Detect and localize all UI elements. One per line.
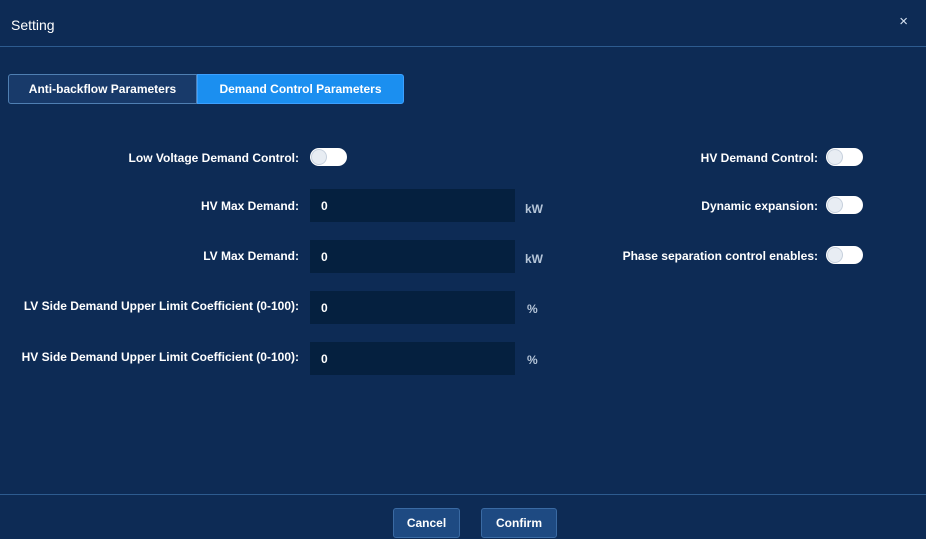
tab-demand-control-parameters[interactable]: Demand Control Parameters bbox=[197, 74, 404, 104]
dialog-title: Setting bbox=[11, 17, 55, 33]
lv-max-demand-input[interactable] bbox=[310, 240, 515, 273]
hv-max-demand-input[interactable] bbox=[310, 189, 515, 222]
toggle-knob bbox=[828, 150, 842, 164]
toggle-knob bbox=[312, 150, 326, 164]
lv-upper-coefficient-unit: % bbox=[527, 302, 538, 316]
close-icon[interactable]: × bbox=[899, 13, 908, 30]
settings-dialog: Setting × Anti-backflow Parameters Deman… bbox=[0, 0, 926, 539]
lv-upper-coefficient-label: LV Side Demand Upper Limit Coefficient (… bbox=[23, 299, 299, 313]
lv-max-demand-label: LV Max Demand: bbox=[203, 249, 299, 263]
hv-max-demand-label: HV Max Demand: bbox=[200, 199, 299, 213]
hv-upper-coefficient-input[interactable] bbox=[310, 342, 515, 375]
hv-upper-coefficient-label: HV Side Demand Upper Limit Coefficient (… bbox=[21, 350, 299, 364]
tab-bar: Anti-backflow Parameters Demand Control … bbox=[8, 74, 404, 104]
lv-demand-control-label: Low Voltage Demand Control: bbox=[128, 151, 299, 165]
tab-anti-backflow-parameters[interactable]: Anti-backflow Parameters bbox=[8, 74, 197, 104]
hv-max-demand-unit: kW bbox=[525, 202, 543, 216]
confirm-button[interactable]: Confirm bbox=[481, 508, 557, 538]
dialog-footer bbox=[0, 494, 926, 539]
phase-separation-toggle[interactable] bbox=[826, 246, 863, 264]
hv-demand-control-toggle[interactable] bbox=[826, 148, 863, 166]
dynamic-expansion-label: Dynamic expansion: bbox=[701, 199, 818, 213]
phase-separation-label: Phase separation control enables: bbox=[622, 249, 818, 263]
toggle-knob bbox=[828, 198, 842, 212]
hv-upper-coefficient-unit: % bbox=[527, 353, 538, 367]
lv-max-demand-unit: kW bbox=[525, 252, 543, 266]
dynamic-expansion-toggle[interactable] bbox=[826, 196, 863, 214]
toggle-knob bbox=[828, 248, 842, 262]
lv-upper-coefficient-input[interactable] bbox=[310, 291, 515, 324]
cancel-button[interactable]: Cancel bbox=[393, 508, 460, 538]
hv-demand-control-label: HV Demand Control: bbox=[700, 151, 818, 165]
dialog-header: Setting × bbox=[0, 0, 926, 47]
lv-demand-control-toggle[interactable] bbox=[310, 148, 347, 166]
